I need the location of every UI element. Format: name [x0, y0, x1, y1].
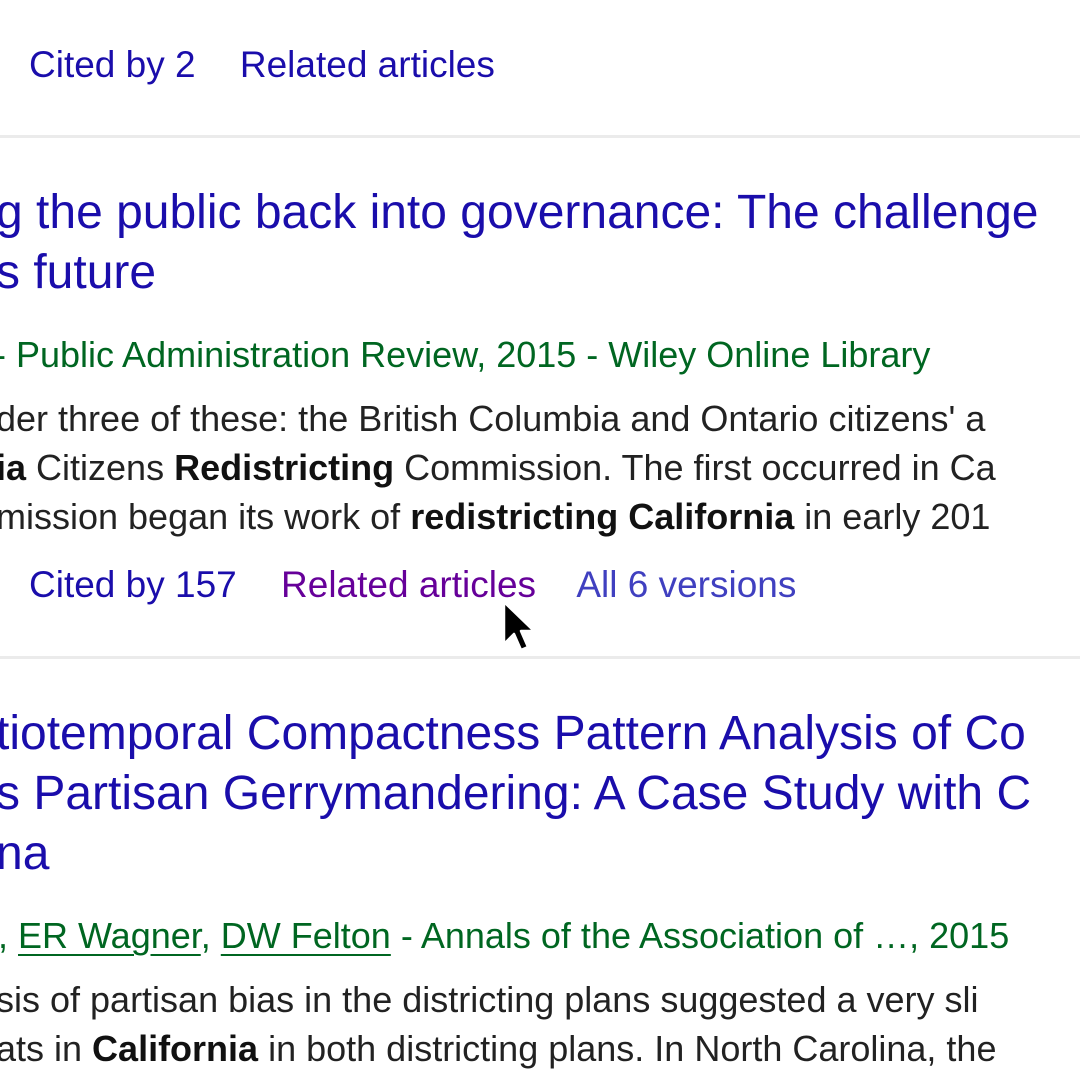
- result3-title-cont2[interactable]: na: [0, 824, 49, 884]
- author-link[interactable]: DW Felton: [221, 915, 391, 956]
- snippet-text: [618, 496, 628, 537]
- result2-title-cont[interactable]: s future: [0, 243, 156, 303]
- snippet-bold: Redistricting: [174, 447, 395, 488]
- snippet-text: der three of these: the British Columbia…: [0, 398, 986, 439]
- result2-title-line2[interactable]: s future: [0, 246, 156, 299]
- snippet-bold: California: [628, 496, 795, 537]
- author-separator: ,: [200, 915, 221, 956]
- result2-title-line1[interactable]: g the public back into governance: The c…: [0, 186, 1039, 239]
- result3-title[interactable]: tiotemporal Compactness Pattern Analysis…: [0, 704, 1026, 764]
- author-link[interactable]: ER Wagner: [18, 915, 201, 956]
- cited-by-link[interactable]: Cited by 2: [29, 44, 196, 85]
- result2-snippet-line3: mission began its work of redistricting …: [0, 496, 990, 538]
- result3-title-line2[interactable]: s Partisan Gerrymandering: A Case Study …: [0, 767, 1031, 820]
- result-divider: [0, 135, 1080, 138]
- related-articles-link[interactable]: Related articles: [240, 44, 495, 85]
- result2-meta: - Public Administration Review, 2015 - W…: [0, 334, 930, 376]
- result3-title-line1[interactable]: tiotemporal Compactness Pattern Analysis…: [0, 707, 1026, 760]
- related-articles-link[interactable]: Related articles: [281, 564, 536, 605]
- result3-snippet-line1: sis of partisan bias in the districting …: [0, 979, 979, 1021]
- snippet-text: sis of partisan bias in the districting …: [0, 979, 979, 1020]
- result2-title[interactable]: g the public back into governance: The c…: [0, 183, 1039, 243]
- result2-source: - Public Administration Review, 2015 - W…: [0, 334, 931, 375]
- snippet-text: Commission. The first occurred in Ca: [394, 447, 996, 488]
- result3-title-cont[interactable]: s Partisan Gerrymandering: A Case Study …: [0, 764, 1031, 824]
- result3-meta: , ER Wagner, DW Felton - Annals of the A…: [0, 915, 1009, 957]
- snippet-text: in early 201: [794, 496, 991, 537]
- snippet-bold: California: [92, 1028, 259, 1069]
- result-divider: [0, 656, 1080, 659]
- result3-source: - Annals of the Association of …, 2015: [390, 915, 1010, 956]
- result3-title-line3[interactable]: na: [0, 827, 49, 880]
- snippet-text: Citizens: [26, 447, 175, 488]
- result1-footer: Cited by 2 Related articles: [29, 44, 495, 86]
- mouse-pointer-icon: [502, 600, 536, 652]
- author-separator: ,: [0, 915, 19, 956]
- snippet-text: mission began its work of: [0, 496, 411, 537]
- result2-footer: Cited by 157 Related articles All 6 vers…: [29, 564, 796, 606]
- result2-snippet-line2: ia Citizens Redistricting Commission. Th…: [0, 447, 996, 489]
- snippet-text: in both districting plans. In North Caro…: [258, 1028, 997, 1069]
- cited-by-link[interactable]: Cited by 157: [29, 564, 237, 605]
- result3-snippet-line2: ats in California in both districting pl…: [0, 1028, 996, 1070]
- all-versions-link[interactable]: All 6 versions: [576, 564, 796, 605]
- snippet-bold: redistricting: [410, 496, 619, 537]
- snippet-text: ats in: [0, 1028, 93, 1069]
- snippet-bold: ia: [0, 447, 27, 488]
- result2-snippet-line1: der three of these: the British Columbia…: [0, 398, 985, 440]
